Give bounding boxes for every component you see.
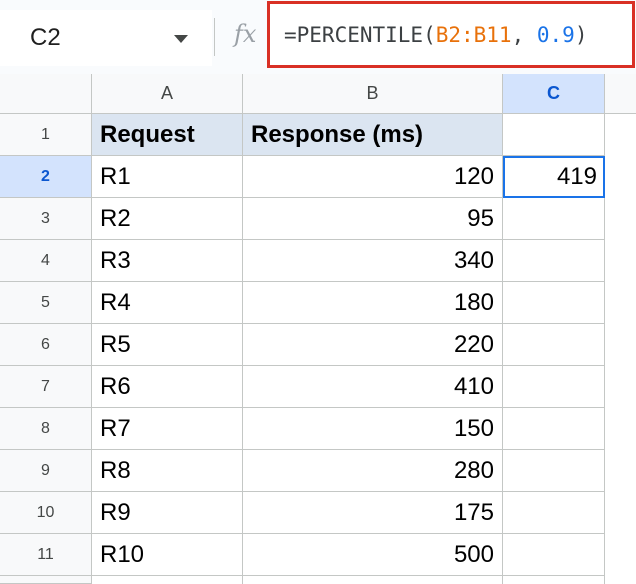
formula-argument: 0.9 xyxy=(536,22,575,47)
chevron-down-icon[interactable] xyxy=(174,35,188,43)
row-header-5[interactable]: 5 xyxy=(0,282,92,324)
cell-c1[interactable] xyxy=(503,114,605,156)
cell-c9[interactable] xyxy=(503,450,605,492)
column-header-c[interactable]: C xyxy=(503,74,605,114)
cell-c8[interactable] xyxy=(503,408,605,450)
cell-a10[interactable]: R9 xyxy=(92,492,243,534)
formula-prefix: =PERCENTILE( xyxy=(284,22,436,47)
cell-c3[interactable] xyxy=(503,198,605,240)
cell-a3[interactable]: R2 xyxy=(92,198,243,240)
column-header-a[interactable]: A xyxy=(92,74,243,114)
cell-a12[interactable] xyxy=(92,576,243,584)
cell-a1[interactable]: Request xyxy=(92,114,243,156)
cell-a5[interactable]: R4 xyxy=(92,282,243,324)
cell-c11[interactable] xyxy=(503,534,605,576)
formula-range: B2:B11 xyxy=(435,22,512,47)
row-header-9[interactable]: 9 xyxy=(0,450,92,492)
cell-a9[interactable]: R8 xyxy=(92,450,243,492)
fx-icon: fx xyxy=(234,20,257,48)
row-header-1[interactable]: 1 xyxy=(0,114,92,156)
cell-c10[interactable] xyxy=(503,492,605,534)
cell-b6[interactable]: 220 xyxy=(243,324,503,366)
cell-b4[interactable]: 340 xyxy=(243,240,503,282)
cell-c5[interactable] xyxy=(503,282,605,324)
cell-a11[interactable]: R10 xyxy=(92,534,243,576)
cell-b12[interactable] xyxy=(243,576,503,584)
cell-a6[interactable]: R5 xyxy=(92,324,243,366)
spreadsheet-grid: A B C 1 2 3 4 5 6 7 8 9 10 11 Request Re… xyxy=(0,74,636,584)
cell-a7[interactable]: R6 xyxy=(92,366,243,408)
cell-b3[interactable]: 95 xyxy=(243,198,503,240)
cell-c12[interactable] xyxy=(503,576,605,584)
divider xyxy=(214,18,215,56)
row-header-10[interactable]: 10 xyxy=(0,492,92,534)
cell-b8[interactable]: 150 xyxy=(243,408,503,450)
row-header-2[interactable]: 2 xyxy=(0,156,92,198)
name-box-value: C2 xyxy=(30,24,61,51)
cell-b7[interactable]: 410 xyxy=(243,366,503,408)
row-header-11[interactable]: 11 xyxy=(0,534,92,576)
toolbar-formula-row: C2 fx =PERCENTILE(B2:B11, 0.9) xyxy=(0,0,636,74)
cell-c7[interactable] xyxy=(503,366,605,408)
cell-b10[interactable]: 175 xyxy=(243,492,503,534)
cell-c4[interactable] xyxy=(503,240,605,282)
row-header-8[interactable]: 8 xyxy=(0,408,92,450)
row-header-3[interactable]: 3 xyxy=(0,198,92,240)
row-header-12[interactable] xyxy=(0,576,92,584)
cell-a2[interactable]: R1 xyxy=(92,156,243,198)
cell-b5[interactable]: 180 xyxy=(243,282,503,324)
cell-c6[interactable] xyxy=(503,324,605,366)
cell-b11[interactable]: 500 xyxy=(243,534,503,576)
cell-a8[interactable]: R7 xyxy=(92,408,243,450)
select-all-corner[interactable] xyxy=(0,74,92,114)
cell-b1[interactable]: Response (ms) xyxy=(243,114,503,156)
formula-bar[interactable]: =PERCENTILE(B2:B11, 0.9) xyxy=(267,1,635,68)
column-header-d[interactable] xyxy=(605,74,636,114)
formula-separator: , xyxy=(511,22,537,47)
row-header-4[interactable]: 4 xyxy=(0,240,92,282)
formula-text[interactable]: =PERCENTILE(B2:B11, 0.9) xyxy=(284,23,587,47)
name-box[interactable]: C2 xyxy=(0,10,212,66)
formula-suffix: ) xyxy=(574,22,588,47)
cell-a4[interactable]: R3 xyxy=(92,240,243,282)
row-header-6[interactable]: 6 xyxy=(0,324,92,366)
row-header-7[interactable]: 7 xyxy=(0,366,92,408)
cell-b2[interactable]: 120 xyxy=(243,156,503,198)
active-cell-c2[interactable]: 419 xyxy=(503,156,605,198)
cell-b9[interactable]: 280 xyxy=(243,450,503,492)
column-header-b[interactable]: B xyxy=(243,74,503,114)
